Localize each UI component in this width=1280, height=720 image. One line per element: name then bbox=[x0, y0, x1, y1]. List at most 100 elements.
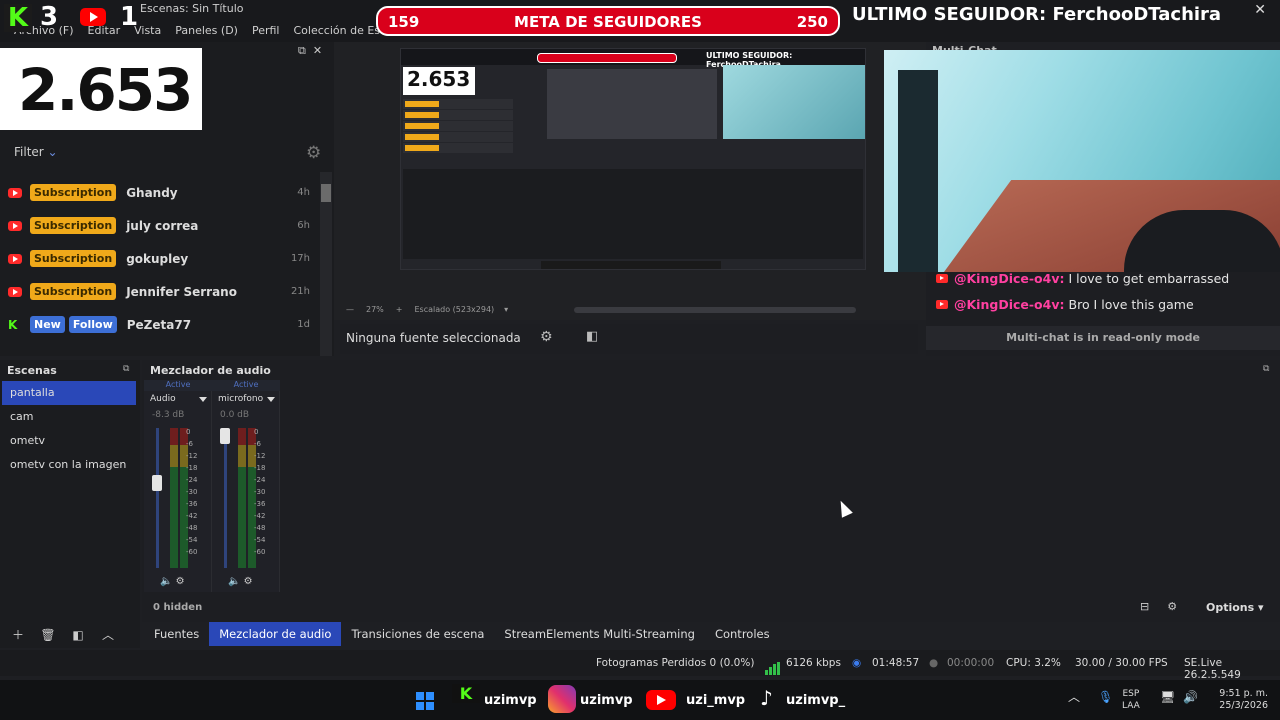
options-button[interactable]: Options ▾ bbox=[1206, 601, 1264, 614]
volume-slider[interactable] bbox=[156, 428, 159, 568]
zoom-level: 27% bbox=[366, 305, 384, 314]
readonly-notice: Multi-chat is in read-only mode bbox=[926, 326, 1280, 350]
mini-viewer-count: 2.653 bbox=[403, 67, 475, 95]
channel-db: -8.3 dB bbox=[152, 410, 185, 420]
scenes-title: Escenas bbox=[7, 364, 57, 377]
options-label: Options bbox=[1206, 601, 1255, 614]
youtube-icon bbox=[8, 286, 22, 297]
microphone-icon[interactable]: 🎙 bbox=[1098, 690, 1113, 704]
mixer-channel: Active Audio -8.3 dB 0 -6 -12 -18 -24 -30 -36 -42 -… bbox=[144, 380, 212, 592]
mini-taskbar bbox=[541, 261, 721, 269]
chat-user: @KingDice-o4v: bbox=[954, 297, 1065, 312]
meter-ticks: 0 -6 -12 -18 -24 -30 -36 -42 -48 -54 -60 bbox=[254, 426, 265, 558]
mini-row bbox=[403, 121, 513, 131]
menu-item[interactable]: Vista bbox=[134, 24, 161, 37]
scene-filter-icon[interactable]: ◧ bbox=[66, 628, 90, 642]
menu-item[interactable]: Perfil bbox=[252, 24, 280, 37]
channel-settings-icon[interactable]: ⚙ bbox=[244, 576, 253, 587]
chevron-down-icon[interactable] bbox=[199, 397, 207, 402]
gear-icon[interactable]: ⚙ bbox=[306, 143, 321, 163]
zoom-in-icon[interactable]: + bbox=[396, 305, 403, 314]
last-follower: ULTIMO SEGUIDOR: FerchooDTachira bbox=[852, 4, 1222, 25]
goal-max: 250 bbox=[796, 13, 828, 31]
layout-icon[interactable]: ⊟ bbox=[1140, 600, 1149, 613]
chevron-up-icon[interactable]: ︿ bbox=[1068, 688, 1080, 705]
volume-icon[interactable]: 🔊 bbox=[1183, 690, 1198, 704]
youtube-username: uzi_mvp bbox=[686, 693, 746, 708]
channel-name[interactable]: Audio bbox=[150, 394, 176, 404]
speaker-icon[interactable]: 🔈 bbox=[160, 576, 172, 587]
mini-row bbox=[403, 132, 513, 142]
trash-icon[interactable]: 🗑 bbox=[36, 628, 60, 642]
dock-tab[interactable]: Mezclador de audio bbox=[209, 622, 342, 646]
scene-item[interactable]: pantalla bbox=[2, 381, 136, 405]
close-icon[interactable]: ✕ bbox=[1254, 2, 1266, 18]
undock-icon[interactable]: ⧉ bbox=[123, 364, 129, 374]
advanced-settings-icon[interactable]: ⚙ bbox=[1167, 600, 1177, 613]
meter-tick: -54 bbox=[186, 536, 198, 544]
scene-item[interactable]: ometv bbox=[2, 429, 136, 453]
chevron-down-icon[interactable]: ▾ bbox=[504, 305, 508, 314]
filter-icon[interactable]: ◧ bbox=[586, 329, 598, 344]
chevron-down-icon[interactable] bbox=[267, 397, 275, 402]
viewer-count: 2.653 bbox=[18, 56, 193, 124]
kick-logo-icon: K bbox=[4, 4, 32, 32]
meter-tick: -60 bbox=[254, 548, 266, 556]
dock-tab[interactable]: StreamElements Multi-Streaming bbox=[494, 622, 705, 646]
scene-item[interactable]: cam bbox=[2, 405, 136, 429]
follower-goal-bar: 159 META DE SEGUIDORES 250 bbox=[376, 6, 840, 36]
list-item[interactable]: Subscription gokupley 17h bbox=[0, 242, 318, 275]
language-indicator[interactable]: ESP LAA bbox=[1122, 688, 1140, 712]
event-time: 1d bbox=[297, 319, 310, 330]
event-tag: Subscription bbox=[30, 283, 117, 300]
list-item[interactable]: Subscription july correa 6h bbox=[0, 209, 318, 242]
channel-name[interactable]: microfono bbox=[218, 394, 263, 404]
windows-start-icon[interactable] bbox=[416, 692, 434, 710]
kick-username: uzimvp bbox=[484, 693, 537, 708]
dock-tab[interactable]: Transiciones de escena bbox=[341, 622, 494, 646]
mini-goal-bar bbox=[537, 53, 677, 63]
meter-tick: -36 bbox=[254, 500, 266, 508]
channel-settings-icon[interactable]: ⚙ bbox=[176, 576, 185, 587]
feed-scrollbar-thumb[interactable] bbox=[321, 184, 331, 202]
goal-title: META DE SEGUIDORES bbox=[514, 13, 702, 31]
volume-knob[interactable] bbox=[220, 428, 230, 444]
chat-message: @KingDice-o4v: I love to get embarrassed bbox=[936, 271, 1229, 286]
undock-icon[interactable]: ⧉ bbox=[1263, 364, 1269, 374]
youtube-logo-icon bbox=[80, 8, 106, 26]
channel-icons: 🔈 ⚙ bbox=[228, 576, 253, 587]
speaker-icon[interactable]: 🔈 bbox=[228, 576, 240, 587]
youtube-count: 1 bbox=[120, 2, 139, 32]
dock-tab[interactable]: Fuentes bbox=[144, 622, 209, 646]
mini-feed bbox=[403, 99, 519, 159]
obs-window: Escenas: Sin Título Archivo (F) Editar Vis… bbox=[0, 0, 1280, 720]
dock-controls[interactable]: ⧉ ✕ bbox=[298, 44, 322, 58]
preview-scrollbar[interactable] bbox=[574, 307, 856, 313]
dock-tab[interactable]: Controles bbox=[705, 622, 780, 646]
scene-list: pantalla cam ometv ometv con la imagen bbox=[2, 381, 136, 477]
volume-slider[interactable] bbox=[224, 428, 227, 568]
youtube-logo-icon bbox=[646, 690, 676, 710]
version: SE.Live 26.2.5.549 bbox=[1184, 657, 1241, 681]
channel-status: Active bbox=[212, 380, 280, 391]
event-time: 6h bbox=[297, 220, 310, 231]
preview-zoom-controls[interactable]: — 27% + Escalado (523x294) ▾ bbox=[346, 305, 508, 314]
channel-icons: 🔈 ⚙ bbox=[160, 576, 185, 587]
chevron-up-icon[interactable]: ︿ bbox=[96, 626, 120, 643]
volume-knob[interactable] bbox=[152, 475, 162, 492]
gear-icon[interactable]: ⚙ bbox=[540, 329, 553, 345]
level-meter-left bbox=[238, 428, 246, 568]
list-item[interactable]: Subscription Jennifer Serrano 21h bbox=[0, 275, 318, 308]
dropped-frames: Fotogramas Perdidos 0 (0.0%) bbox=[596, 657, 755, 669]
filter-dropdown[interactable]: Filter ⌄ bbox=[14, 145, 58, 159]
network-icon[interactable]: 🖥 bbox=[1160, 690, 1175, 704]
scene-item[interactable]: ometv con la imagen bbox=[2, 453, 136, 477]
add-scene-icon[interactable]: ＋ bbox=[6, 626, 30, 643]
list-item[interactable]: K New Follow PeZeta77 1d bbox=[0, 308, 318, 341]
zoom-out-icon[interactable]: — bbox=[346, 305, 354, 314]
chat-text: Bro I love this game bbox=[1068, 297, 1194, 312]
clock[interactable]: 9:51 p. m. 25/3/2026 bbox=[1208, 688, 1268, 712]
menu-item[interactable]: Paneles (D) bbox=[175, 24, 238, 37]
youtube-icon bbox=[8, 187, 22, 198]
list-item[interactable]: Subscription Ghandy 4h bbox=[0, 176, 318, 209]
